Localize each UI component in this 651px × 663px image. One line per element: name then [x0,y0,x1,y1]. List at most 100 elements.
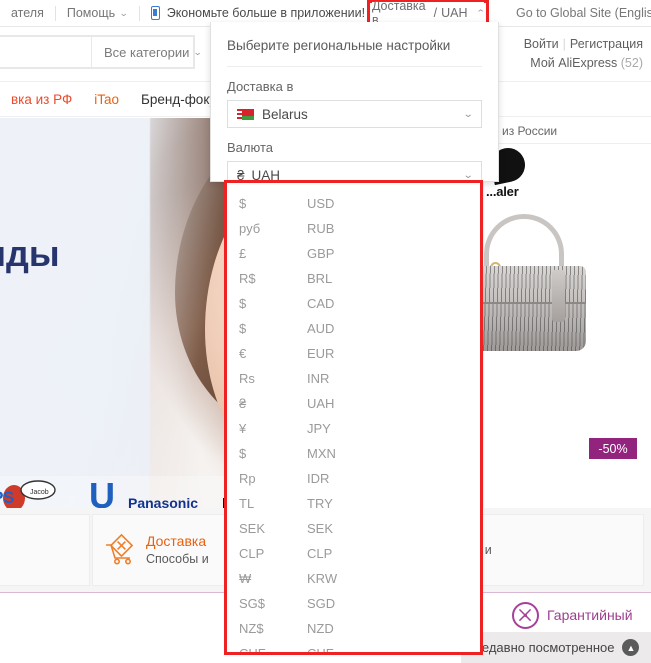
footer-item-warranty[interactable]: Гарантийный [512,601,633,629]
currency-option-symbol: Rs [239,371,255,386]
category-select[interactable]: Все категории ⌄ [91,37,203,67]
topbar-item-global-site[interactable]: Go to Global Site (English) [505,0,651,27]
account-separator: | [562,37,566,51]
shipping-separator: / [433,6,438,20]
handbag-body [474,266,586,351]
currency-option[interactable]: SG$ SGD [227,591,480,616]
nav-item-label: iTao [94,92,119,107]
ship-to-select[interactable]: Belarus ⌄ [227,100,482,128]
currency-option[interactable]: ₩ KRW [227,566,480,591]
nav-item-itao[interactable]: iTao [83,92,130,107]
currency-option[interactable]: CHF CHF [227,641,480,652]
currency-option-symbol: NZ$ [239,621,264,636]
feature-card-product[interactable]: овар [0,514,90,586]
currency-option-code: MXN [307,446,336,461]
brand-logo-panasonic: Panasonic [128,495,199,508]
currency-option-code: UAH [307,396,335,411]
discount-badge: -50% [589,438,637,459]
feature-subtitle: Способы и [146,552,209,566]
topbar-item-label: ателя [11,6,44,20]
currency-option[interactable]: NZ$ NZD [227,616,480,641]
currency-option[interactable]: TL TRY [227,491,480,516]
currency-option-symbol: ¥ [239,421,247,436]
currency-option-symbol: $ [239,321,247,336]
topbar-item-label: Экономьте больше в приложении! [166,6,366,20]
banner-headline-1: ные [0,176,210,228]
currency-option[interactable]: $ MXN [227,441,480,466]
currency-option[interactable]: руб RUB [227,216,480,241]
currency-option-code: INR [307,371,330,386]
currency-option-symbol: £ [239,246,247,261]
currency-option[interactable]: ₴ UAH [227,391,480,416]
currency-option[interactable]: € EUR [227,341,480,366]
currency-option-code: IDR [307,471,330,486]
register-link[interactable]: Регистрация [570,37,643,51]
recently-viewed-tab[interactable]: Недавно посмотренное ▲ [461,632,651,663]
chevron-down-icon: ⌄ [462,169,474,181]
handbag-tassel [552,270,565,322]
recently-viewed-label: Недавно посмотренное [472,640,615,655]
currency-option-symbol: TL [239,496,255,511]
currency-option-code: KRW [307,571,338,586]
currency-option[interactable]: $ CAD [227,291,480,316]
shipping-currency-selector[interactable]: Доставка в / UAH ⌃ [372,0,486,27]
currency-option-code: EUR [307,346,335,361]
product-card[interactable]: а из России ...aler -50% [474,118,651,508]
currency-option-symbol: $ [239,196,247,211]
regional-settings-panel: Выберите региональные настройки Доставка… [210,22,499,189]
brand-logo-philips: LIPS [0,488,14,507]
banner-eyebrow: в России [0,136,210,152]
currency-option-symbol: $ [239,296,247,311]
global-site-label: Go to Global Site (English) [516,6,651,20]
currency-option-symbol: Rp [239,471,256,486]
currency-option[interactable]: ¥ JPY [227,416,480,441]
account-area: Войти | Регистрация Мой AliExpress (52) [524,35,643,73]
chevron-up-icon: ⌃ [475,7,486,18]
currency-option-symbol: $ [239,446,247,461]
chevron-up-circle-icon: ▲ [622,639,640,656]
currency-option[interactable]: SEK SEK [227,516,480,541]
currency-label: Валюта [227,140,273,155]
currency-option-code: NZD [307,621,334,636]
account-item-count: (52) [620,56,643,70]
currency-option-code: BRL [307,271,333,286]
currency-option-code: JPY [307,421,331,436]
topbar-item-buyer[interactable]: ателя [0,0,55,27]
currency-option-code: SGD [307,596,336,611]
currency-option[interactable]: $ USD [227,191,480,216]
currency-list: $ USD руб RUB £ GBP R$ BRL $ CAD $ AUD € EUR Rs INR ₴ UAH… [227,183,480,652]
flag-belarus-icon [237,108,254,120]
currency-option[interactable]: $ AUD [227,316,480,341]
signin-link[interactable]: Войти [524,37,559,51]
banner-headline-2: бренды [0,233,60,274]
panel-title: Выберите региональные настройки [227,22,482,67]
currency-option-code: CAD [307,296,335,311]
currency-option[interactable]: Rs INR [227,366,480,391]
currency-option[interactable]: R$ BRL [227,266,480,291]
seller-logo-label: ...aler [486,184,519,199]
chevron-down-icon: ⌄ [462,108,474,120]
currency-option-code: CLP [307,546,333,561]
currency-options-list[interactable]: $ USD руб RUB £ GBP R$ BRL $ CAD $ AUD € EUR Rs INR ₴ UAH… [224,180,483,655]
product-image-handbag [464,214,594,354]
my-aliexpress-link[interactable]: Мой AliExpress [530,56,617,70]
currency-option-symbol: ₴ [239,396,247,411]
topbar-item-help[interactable]: Помощь ⌄ [56,0,139,27]
product-card-header: а из России [484,118,651,144]
currency-option[interactable]: Rp IDR [227,466,480,491]
currency-option[interactable]: CLP CLP [227,541,480,566]
banner-text-block: в России ные бренды [0,136,210,280]
category-select-label: Все категории [104,44,190,60]
currency-option-code: TRY [307,496,333,511]
currency-option-symbol: SEK [239,521,266,536]
nav-item-label: вка из РФ [11,92,73,107]
ship-to-label: Доставка в [227,79,294,94]
currency-option-code: USD [307,196,335,211]
chevron-down-icon: ⌄ [193,46,203,57]
currency-option[interactable]: £ GBP [227,241,480,266]
phone-icon [150,6,160,20]
currency-option-code: GBP [307,246,335,261]
nav-item-delivery-rf[interactable]: вка из РФ [0,92,83,107]
page-root: ателя Помощь ⌄ Экономьте больше в прилож… [0,0,651,663]
footer-item-label: Гарантийный [547,607,633,623]
